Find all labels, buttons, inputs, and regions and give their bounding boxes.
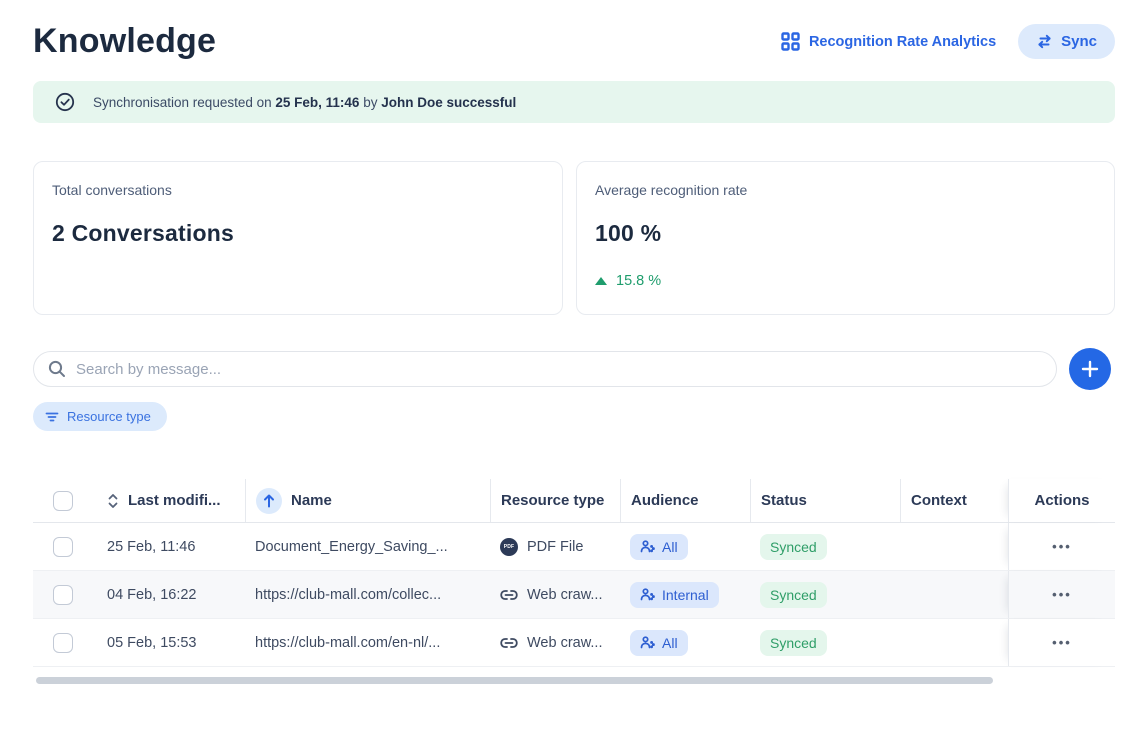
status-cell: Synced — [750, 523, 900, 570]
table-row[interactable]: 25 Feb, 11:46 Document_Energy_Saving_...… — [33, 523, 1115, 571]
last-modified-cell: 05 Feb, 15:53 — [97, 619, 245, 666]
row-checkbox[interactable] — [53, 537, 73, 557]
plus-icon — [1081, 360, 1099, 378]
resource-type-cell: PDF PDF File — [490, 523, 620, 570]
web-crawler-link-icon — [500, 589, 518, 601]
sync-success-banner: Synchronisation requested on 25 Feb, 11:… — [33, 81, 1115, 123]
column-header-resource-type[interactable]: Resource type — [490, 479, 620, 522]
filter-chip-row: Resource type — [33, 402, 1115, 431]
column-header-context[interactable]: Context — [900, 479, 1008, 522]
row-actions-menu-button[interactable]: ••• — [1052, 587, 1072, 602]
web-crawler-link-icon — [500, 637, 518, 649]
people-icon — [640, 540, 655, 553]
trend-up-icon — [595, 277, 607, 285]
column-header-status[interactable]: Status — [750, 479, 900, 522]
last-modified-cell: 25 Feb, 11:46 — [97, 523, 245, 570]
table-header-row: Last modifi... Name Resource type Audien… — [33, 479, 1115, 523]
resources-table: Last modifi... Name Resource type Audien… — [33, 479, 1115, 684]
resource-name-cell: Document_Energy_Saving_... — [245, 523, 490, 570]
sort-chevrons-icon[interactable] — [107, 492, 119, 510]
resource-type-cell: Web craw... — [490, 571, 620, 618]
top-bar: Knowledge Recognition Rate Analytics Syn… — [33, 0, 1115, 61]
banner-actor: John Doe successful — [381, 95, 516, 110]
resource-type-filter-chip[interactable]: Resource type — [33, 402, 167, 431]
column-header-audience[interactable]: Audience — [620, 479, 750, 522]
card-label: Average recognition rate — [595, 182, 1096, 198]
audience-badge: All — [630, 630, 688, 656]
context-cell — [900, 571, 1008, 618]
sort-ascending-icon[interactable] — [256, 488, 282, 514]
audience-badge: Internal — [630, 582, 719, 608]
context-cell — [900, 523, 1008, 570]
trend-value: 15.8 % — [616, 273, 661, 289]
sync-icon — [1036, 34, 1053, 49]
grid-icon — [781, 32, 800, 51]
status-badge: Synced — [760, 582, 827, 608]
row-checkbox[interactable] — [53, 633, 73, 653]
add-resource-button[interactable] — [1069, 348, 1111, 390]
header-checkbox-cell — [33, 479, 97, 522]
select-all-checkbox[interactable] — [53, 491, 73, 511]
filter-chip-label: Resource type — [67, 409, 151, 424]
total-conversations-card: Total conversations 2 Conversations — [33, 161, 563, 315]
sync-button-label: Sync — [1061, 33, 1097, 50]
audience-cell: Internal — [620, 571, 750, 618]
table-row[interactable]: 05 Feb, 15:53 https://club-mall.com/en-n… — [33, 619, 1115, 667]
column-header-actions: Actions — [1008, 479, 1115, 522]
card-value: 100 % — [595, 220, 1096, 247]
column-header-name[interactable]: Name — [245, 479, 490, 522]
resource-type-cell: Web craw... — [490, 619, 620, 666]
resource-name-cell: https://club-mall.com/en-nl/... — [245, 619, 490, 666]
row-actions-menu-button[interactable]: ••• — [1052, 635, 1072, 650]
search-row — [33, 348, 1115, 390]
row-actions-menu-button[interactable]: ••• — [1052, 539, 1072, 554]
top-actions: Recognition Rate Analytics Sync — [781, 24, 1115, 59]
column-header-last-modified[interactable]: Last modifi... — [97, 479, 245, 522]
search-icon — [48, 360, 66, 378]
people-icon — [640, 588, 655, 601]
status-badge: Synced — [760, 534, 827, 560]
status-cell: Synced — [750, 619, 900, 666]
audience-cell: All — [620, 523, 750, 570]
status-cell: Synced — [750, 571, 900, 618]
sync-button[interactable]: Sync — [1018, 24, 1115, 59]
context-cell — [900, 619, 1008, 666]
horizontal-scrollbar-thumb[interactable] — [36, 677, 993, 684]
card-value: 2 Conversations — [52, 220, 544, 247]
stat-cards: Total conversations 2 Conversations Aver… — [33, 161, 1115, 315]
banner-date: 25 Feb, 11:46 — [275, 95, 359, 110]
recognition-rate-analytics-link[interactable]: Recognition Rate Analytics — [781, 32, 996, 51]
trend-indicator: 15.8 % — [595, 273, 1096, 289]
audience-cell: All — [620, 619, 750, 666]
last-modified-cell: 04 Feb, 16:22 — [97, 571, 245, 618]
page-title: Knowledge — [33, 22, 216, 61]
actions-cell: ••• — [1008, 619, 1115, 666]
table-row[interactable]: 04 Feb, 16:22 https://club-mall.com/coll… — [33, 571, 1115, 619]
filter-icon — [45, 411, 59, 423]
status-badge: Synced — [760, 630, 827, 656]
people-icon — [640, 636, 655, 649]
actions-cell: ••• — [1008, 571, 1115, 618]
banner-text: Synchronisation requested on 25 Feb, 11:… — [93, 95, 516, 110]
knowledge-page: Knowledge Recognition Rate Analytics Syn… — [0, 0, 1148, 736]
recognition-rate-card: Average recognition rate 100 % 15.8 % — [576, 161, 1115, 315]
analytics-link-label: Recognition Rate Analytics — [809, 34, 996, 50]
row-checkbox[interactable] — [53, 585, 73, 605]
check-circle-icon — [55, 92, 75, 112]
resource-name-cell: https://club-mall.com/collec... — [245, 571, 490, 618]
audience-badge: All — [630, 534, 688, 560]
search-bar — [33, 351, 1057, 387]
card-label: Total conversations — [52, 182, 544, 198]
actions-cell: ••• — [1008, 523, 1115, 570]
search-input[interactable] — [76, 361, 1042, 378]
pdf-file-icon: PDF — [500, 538, 518, 556]
